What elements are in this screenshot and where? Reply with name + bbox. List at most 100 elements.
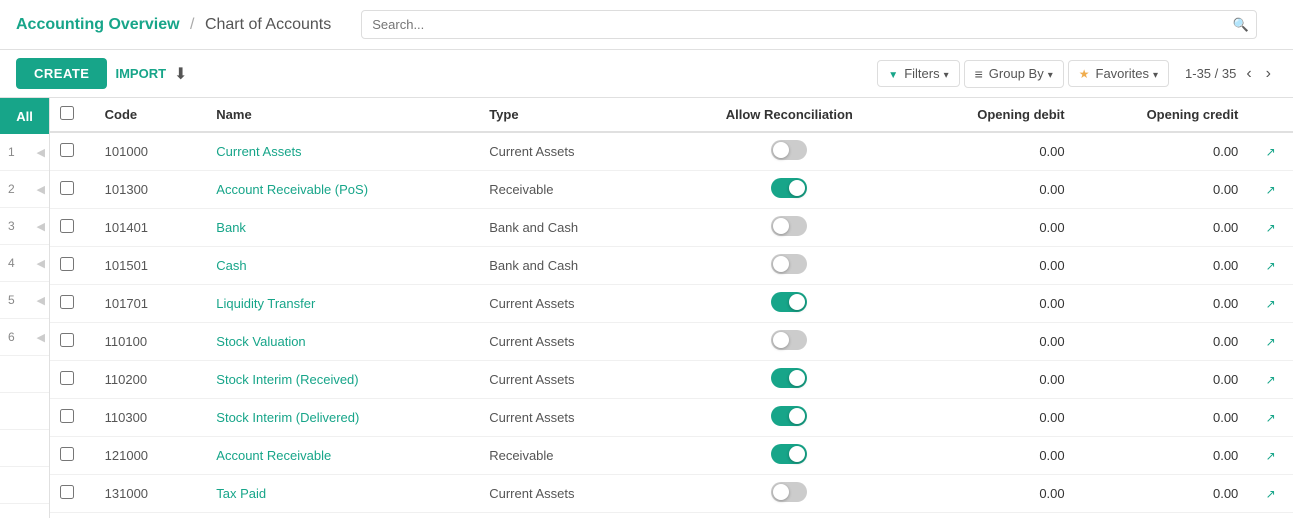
row-action[interactable]: ↗ [1248,437,1293,475]
row-checkbox-cell [50,209,95,247]
row-opening-credit: 0.00 [1075,209,1249,247]
row-reconciliation[interactable] [678,247,901,285]
row-checkbox-cell [50,323,95,361]
row-reconciliation[interactable] [678,132,901,171]
row-name[interactable]: Account Receivable (PoS) [206,171,479,209]
expand-icon[interactable]: ↗ [1266,145,1276,159]
row-checkbox[interactable] [60,333,74,347]
row-checkbox[interactable] [60,219,74,233]
reconciliation-toggle[interactable] [771,216,807,236]
row-number: 4 [8,256,15,270]
row-action[interactable]: ↗ [1248,247,1293,285]
reconciliation-toggle[interactable] [771,254,807,274]
row-reconciliation[interactable] [678,475,901,513]
row-checkbox[interactable] [60,257,74,271]
reconciliation-toggle[interactable] [771,482,807,502]
row-reconciliation[interactable] [678,437,901,475]
row-action[interactable]: ↗ [1248,209,1293,247]
row-action[interactable]: ↗ [1248,361,1293,399]
reconciliation-toggle[interactable] [771,330,807,350]
row-reconciliation[interactable] [678,361,901,399]
row-name[interactable]: Cash [206,247,479,285]
select-all-checkbox[interactable] [60,106,74,120]
expand-icon[interactable]: ↗ [1266,335,1276,349]
row-action[interactable]: ↗ [1248,285,1293,323]
row-reconciliation[interactable] [678,323,901,361]
import-button[interactable]: IMPORT [115,66,166,81]
row-action[interactable]: ↗ [1248,475,1293,513]
row-name[interactable]: Current Assets [206,132,479,171]
favorites-button[interactable]: Favorites [1068,60,1169,87]
reconciliation-toggle[interactable] [771,140,807,160]
search-bar: 🔍 [361,10,1257,39]
row-checkbox-cell [50,285,95,323]
pagination-prev-button[interactable]: ‹ [1240,63,1257,85]
row-checkbox[interactable] [60,447,74,461]
expand-icon[interactable]: ↗ [1266,221,1276,235]
row-reconciliation[interactable] [678,171,901,209]
row-checkbox[interactable] [60,371,74,385]
create-button[interactable]: CREATE [16,58,107,89]
row-checkbox[interactable] [60,485,74,499]
row-opening-credit: 0.00 [1075,399,1249,437]
row-action[interactable]: ↗ [1248,399,1293,437]
row-name[interactable]: Liquidity Transfer [206,285,479,323]
filter-icon [888,66,900,81]
row-reconciliation[interactable] [678,285,901,323]
row-type: Current Assets [479,475,677,513]
row-opening-debit: 0.00 [901,171,1075,209]
search-input[interactable] [361,10,1257,39]
row-reconciliation[interactable] [678,399,901,437]
row-checkbox[interactable] [60,181,74,195]
search-icon: 🔍 [1233,17,1249,33]
reconciliation-toggle[interactable] [771,368,807,388]
header-reconciliation: Allow Reconciliation [678,98,901,132]
row-checkbox[interactable] [60,143,74,157]
row-expand-button[interactable]: ◀ [37,146,45,159]
row-action[interactable]: ↗ [1248,132,1293,171]
row-action[interactable]: ↗ [1248,171,1293,209]
expand-icon[interactable]: ↗ [1266,487,1276,501]
reconciliation-toggle[interactable] [771,178,807,198]
expand-icon[interactable]: ↗ [1266,411,1276,425]
row-expand-button[interactable]: ◀ [37,294,45,307]
header-opening-debit: Opening debit [901,98,1075,132]
groupby-button[interactable]: Group By [964,60,1064,88]
filters-button[interactable]: Filters [877,60,959,87]
reconciliation-toggle[interactable] [771,292,807,312]
download-button[interactable]: ⬇ [174,64,187,84]
header-checkbox-cell [50,98,95,132]
row-name[interactable]: Stock Interim (Received) [206,361,479,399]
row-name[interactable]: Tax Paid [206,475,479,513]
expand-icon[interactable]: ↗ [1266,297,1276,311]
row-code: 110100 [95,323,207,361]
table-body: 101000 Current Assets Current Assets 0.0… [50,132,1293,513]
expand-icon[interactable]: ↗ [1266,373,1276,387]
row-checkbox[interactable] [60,409,74,423]
row-name[interactable]: Stock Interim (Delivered) [206,399,479,437]
expand-icon[interactable]: ↗ [1266,259,1276,273]
row-expand-button[interactable]: ◀ [37,331,45,344]
row-action[interactable]: ↗ [1248,323,1293,361]
row-expand-button[interactable]: ◀ [37,220,45,233]
all-button[interactable]: All [0,98,49,134]
reconciliation-toggle[interactable] [771,444,807,464]
row-type: Current Assets [479,285,677,323]
expand-icon[interactable]: ↗ [1266,449,1276,463]
app-title[interactable]: Accounting Overview [16,16,180,33]
row-name[interactable]: Stock Valuation [206,323,479,361]
row-name[interactable]: Bank [206,209,479,247]
row-num-item: 1◀ [0,134,49,171]
pagination-next-button[interactable]: › [1260,63,1277,85]
row-name[interactable]: Account Receivable [206,437,479,475]
toggle-knob [773,332,789,348]
row-opening-debit: 0.00 [901,209,1075,247]
row-reconciliation[interactable] [678,209,901,247]
expand-icon[interactable]: ↗ [1266,183,1276,197]
row-expand-button[interactable]: ◀ [37,183,45,196]
reconciliation-toggle[interactable] [771,406,807,426]
row-expand-button[interactable]: ◀ [37,257,45,270]
row-checkbox[interactable] [60,295,74,309]
row-opening-debit: 0.00 [901,285,1075,323]
table-row: 101300 Account Receivable (PoS) Receivab… [50,171,1293,209]
